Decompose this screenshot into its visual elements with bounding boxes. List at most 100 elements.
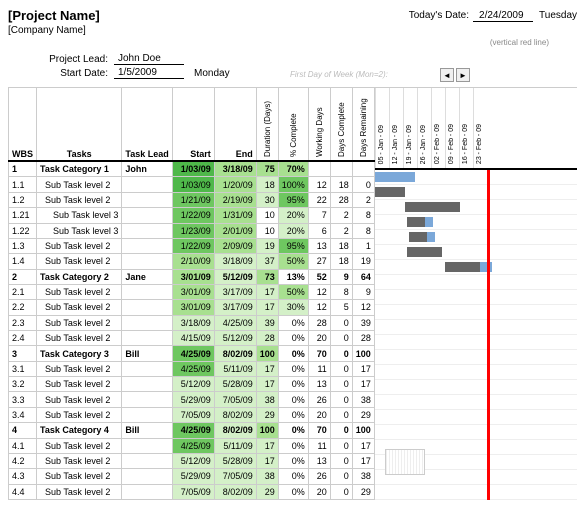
cell-dc[interactable]: 0: [330, 315, 352, 330]
cell-wbs[interactable]: 4.2: [9, 453, 37, 468]
cell-end[interactable]: 4/25/09: [214, 315, 256, 330]
cell-task[interactable]: Sub Task level 2: [37, 284, 122, 299]
task-row[interactable]: 4.3Sub Task level 25/29/097/05/09380%260…: [9, 469, 375, 484]
cell-wbs[interactable]: 2.3: [9, 315, 37, 330]
cell-task[interactable]: Sub Task level 2: [37, 377, 122, 392]
cell-start[interactable]: 3/01/09: [172, 269, 214, 284]
cell-dc[interactable]: 2: [330, 208, 352, 223]
cell-duration[interactable]: 29: [256, 484, 278, 499]
cell-dc[interactable]: 0: [330, 392, 352, 407]
cell-pct[interactable]: 0%: [278, 361, 308, 376]
cell-duration[interactable]: 19: [256, 238, 278, 253]
cell-dc[interactable]: 0: [330, 423, 352, 438]
task-row[interactable]: 1.1Sub Task level 21/03/091/20/0918100%1…: [9, 177, 375, 192]
gantt-chart[interactable]: 05 - Jan - 0912 - Jan - 0919 - Jan - 092…: [375, 87, 577, 500]
cell-wd[interactable]: 20: [308, 484, 330, 499]
cell-start[interactable]: 1/23/09: [172, 223, 214, 238]
cell-dr[interactable]: 28: [352, 331, 374, 346]
cell-wbs[interactable]: 1.3: [9, 238, 37, 253]
cell-wd[interactable]: 13: [308, 238, 330, 253]
gantt-bar[interactable]: [375, 187, 405, 197]
cell-task[interactable]: Sub Task level 2: [37, 315, 122, 330]
cell-wbs[interactable]: 1: [9, 161, 37, 177]
cell-start[interactable]: 3/18/09: [172, 315, 214, 330]
cell-dr[interactable]: 0: [352, 177, 374, 192]
cell-lead[interactable]: [122, 238, 172, 253]
gantt-row[interactable]: [375, 455, 577, 470]
gantt-bar[interactable]: [405, 202, 460, 212]
cell-end[interactable]: 3/18/09: [214, 254, 256, 269]
cell-task[interactable]: Sub Task level 2: [37, 238, 122, 253]
cell-duration[interactable]: 29: [256, 407, 278, 422]
cell-dr[interactable]: 17: [352, 377, 374, 392]
cell-dr[interactable]: 19: [352, 254, 374, 269]
cell-wbs[interactable]: 3.3: [9, 392, 37, 407]
cell-pct[interactable]: 70%: [278, 161, 308, 177]
cell-pct[interactable]: 0%: [278, 484, 308, 499]
cell-dr[interactable]: 2: [352, 192, 374, 207]
cell-dc[interactable]: 2: [330, 223, 352, 238]
cell-dc[interactable]: [330, 161, 352, 177]
cell-lead[interactable]: [122, 392, 172, 407]
task-row[interactable]: 4Task Category 4Bill4/25/098/02/091000%7…: [9, 423, 375, 438]
cell-end[interactable]: 8/02/09: [214, 346, 256, 361]
cell-start[interactable]: 4/15/09: [172, 331, 214, 346]
cell-pct[interactable]: 0%: [278, 377, 308, 392]
cell-wbs[interactable]: 1.21: [9, 208, 37, 223]
cell-start[interactable]: 1/22/09: [172, 208, 214, 223]
cell-duration[interactable]: 100: [256, 423, 278, 438]
cell-start[interactable]: 5/29/09: [172, 469, 214, 484]
cell-wbs[interactable]: 1.1: [9, 177, 37, 192]
cell-lead[interactable]: [122, 453, 172, 468]
cell-lead[interactable]: [122, 300, 172, 315]
cell-wd[interactable]: 27: [308, 254, 330, 269]
cell-start[interactable]: 4/25/09: [172, 438, 214, 453]
task-row[interactable]: 2.3Sub Task level 23/18/094/25/09390%280…: [9, 315, 375, 330]
task-row[interactable]: 1.4Sub Task level 22/10/093/18/093750%27…: [9, 254, 375, 269]
cell-lead[interactable]: [122, 331, 172, 346]
cell-start[interactable]: 1/03/09: [172, 161, 214, 177]
gantt-row[interactable]: [375, 410, 577, 425]
cell-duration[interactable]: 100: [256, 346, 278, 361]
gantt-row[interactable]: [375, 170, 577, 185]
task-row[interactable]: 1.3Sub Task level 21/22/092/09/091995%13…: [9, 238, 375, 253]
cell-duration[interactable]: 37: [256, 254, 278, 269]
gantt-bar[interactable]: [375, 172, 415, 182]
cell-lead[interactable]: Bill: [122, 423, 172, 438]
cell-dr[interactable]: 8: [352, 223, 374, 238]
cell-task[interactable]: Sub Task level 3: [37, 208, 122, 223]
task-row[interactable]: 3.1Sub Task level 24/25/095/11/09170%110…: [9, 361, 375, 376]
cell-wd[interactable]: 52: [308, 269, 330, 284]
cell-lead[interactable]: [122, 192, 172, 207]
cell-start[interactable]: 3/01/09: [172, 300, 214, 315]
cell-end[interactable]: 2/09/09: [214, 238, 256, 253]
cell-dc[interactable]: 8: [330, 284, 352, 299]
cell-duration[interactable]: 17: [256, 300, 278, 315]
gantt-bar[interactable]: [445, 262, 480, 272]
gantt-bar[interactable]: [407, 217, 425, 227]
cell-wd[interactable]: 20: [308, 407, 330, 422]
cell-start[interactable]: 7/05/09: [172, 407, 214, 422]
gantt-row[interactable]: [375, 425, 577, 440]
cell-wbs[interactable]: 3.2: [9, 377, 37, 392]
cell-dr[interactable]: [352, 161, 374, 177]
cell-dc[interactable]: 28: [330, 192, 352, 207]
gantt-row[interactable]: [375, 185, 577, 200]
cell-start[interactable]: 7/05/09: [172, 484, 214, 499]
cell-pct[interactable]: 0%: [278, 346, 308, 361]
cell-end[interactable]: 8/02/09: [214, 407, 256, 422]
cell-dc[interactable]: 5: [330, 300, 352, 315]
cell-dr[interactable]: 38: [352, 392, 374, 407]
cell-task[interactable]: Task Category 1: [37, 161, 122, 177]
gantt-row[interactable]: [375, 200, 577, 215]
cell-start[interactable]: 4/25/09: [172, 423, 214, 438]
cell-task[interactable]: Sub Task level 2: [37, 361, 122, 376]
cell-dr[interactable]: 29: [352, 407, 374, 422]
cell-task[interactable]: Sub Task level 3: [37, 223, 122, 238]
cell-duration[interactable]: 17: [256, 453, 278, 468]
cell-lead[interactable]: [122, 438, 172, 453]
cell-duration[interactable]: 30: [256, 192, 278, 207]
cell-wbs[interactable]: 2.4: [9, 331, 37, 346]
cell-task[interactable]: Task Category 4: [37, 423, 122, 438]
cell-dr[interactable]: 100: [352, 423, 374, 438]
